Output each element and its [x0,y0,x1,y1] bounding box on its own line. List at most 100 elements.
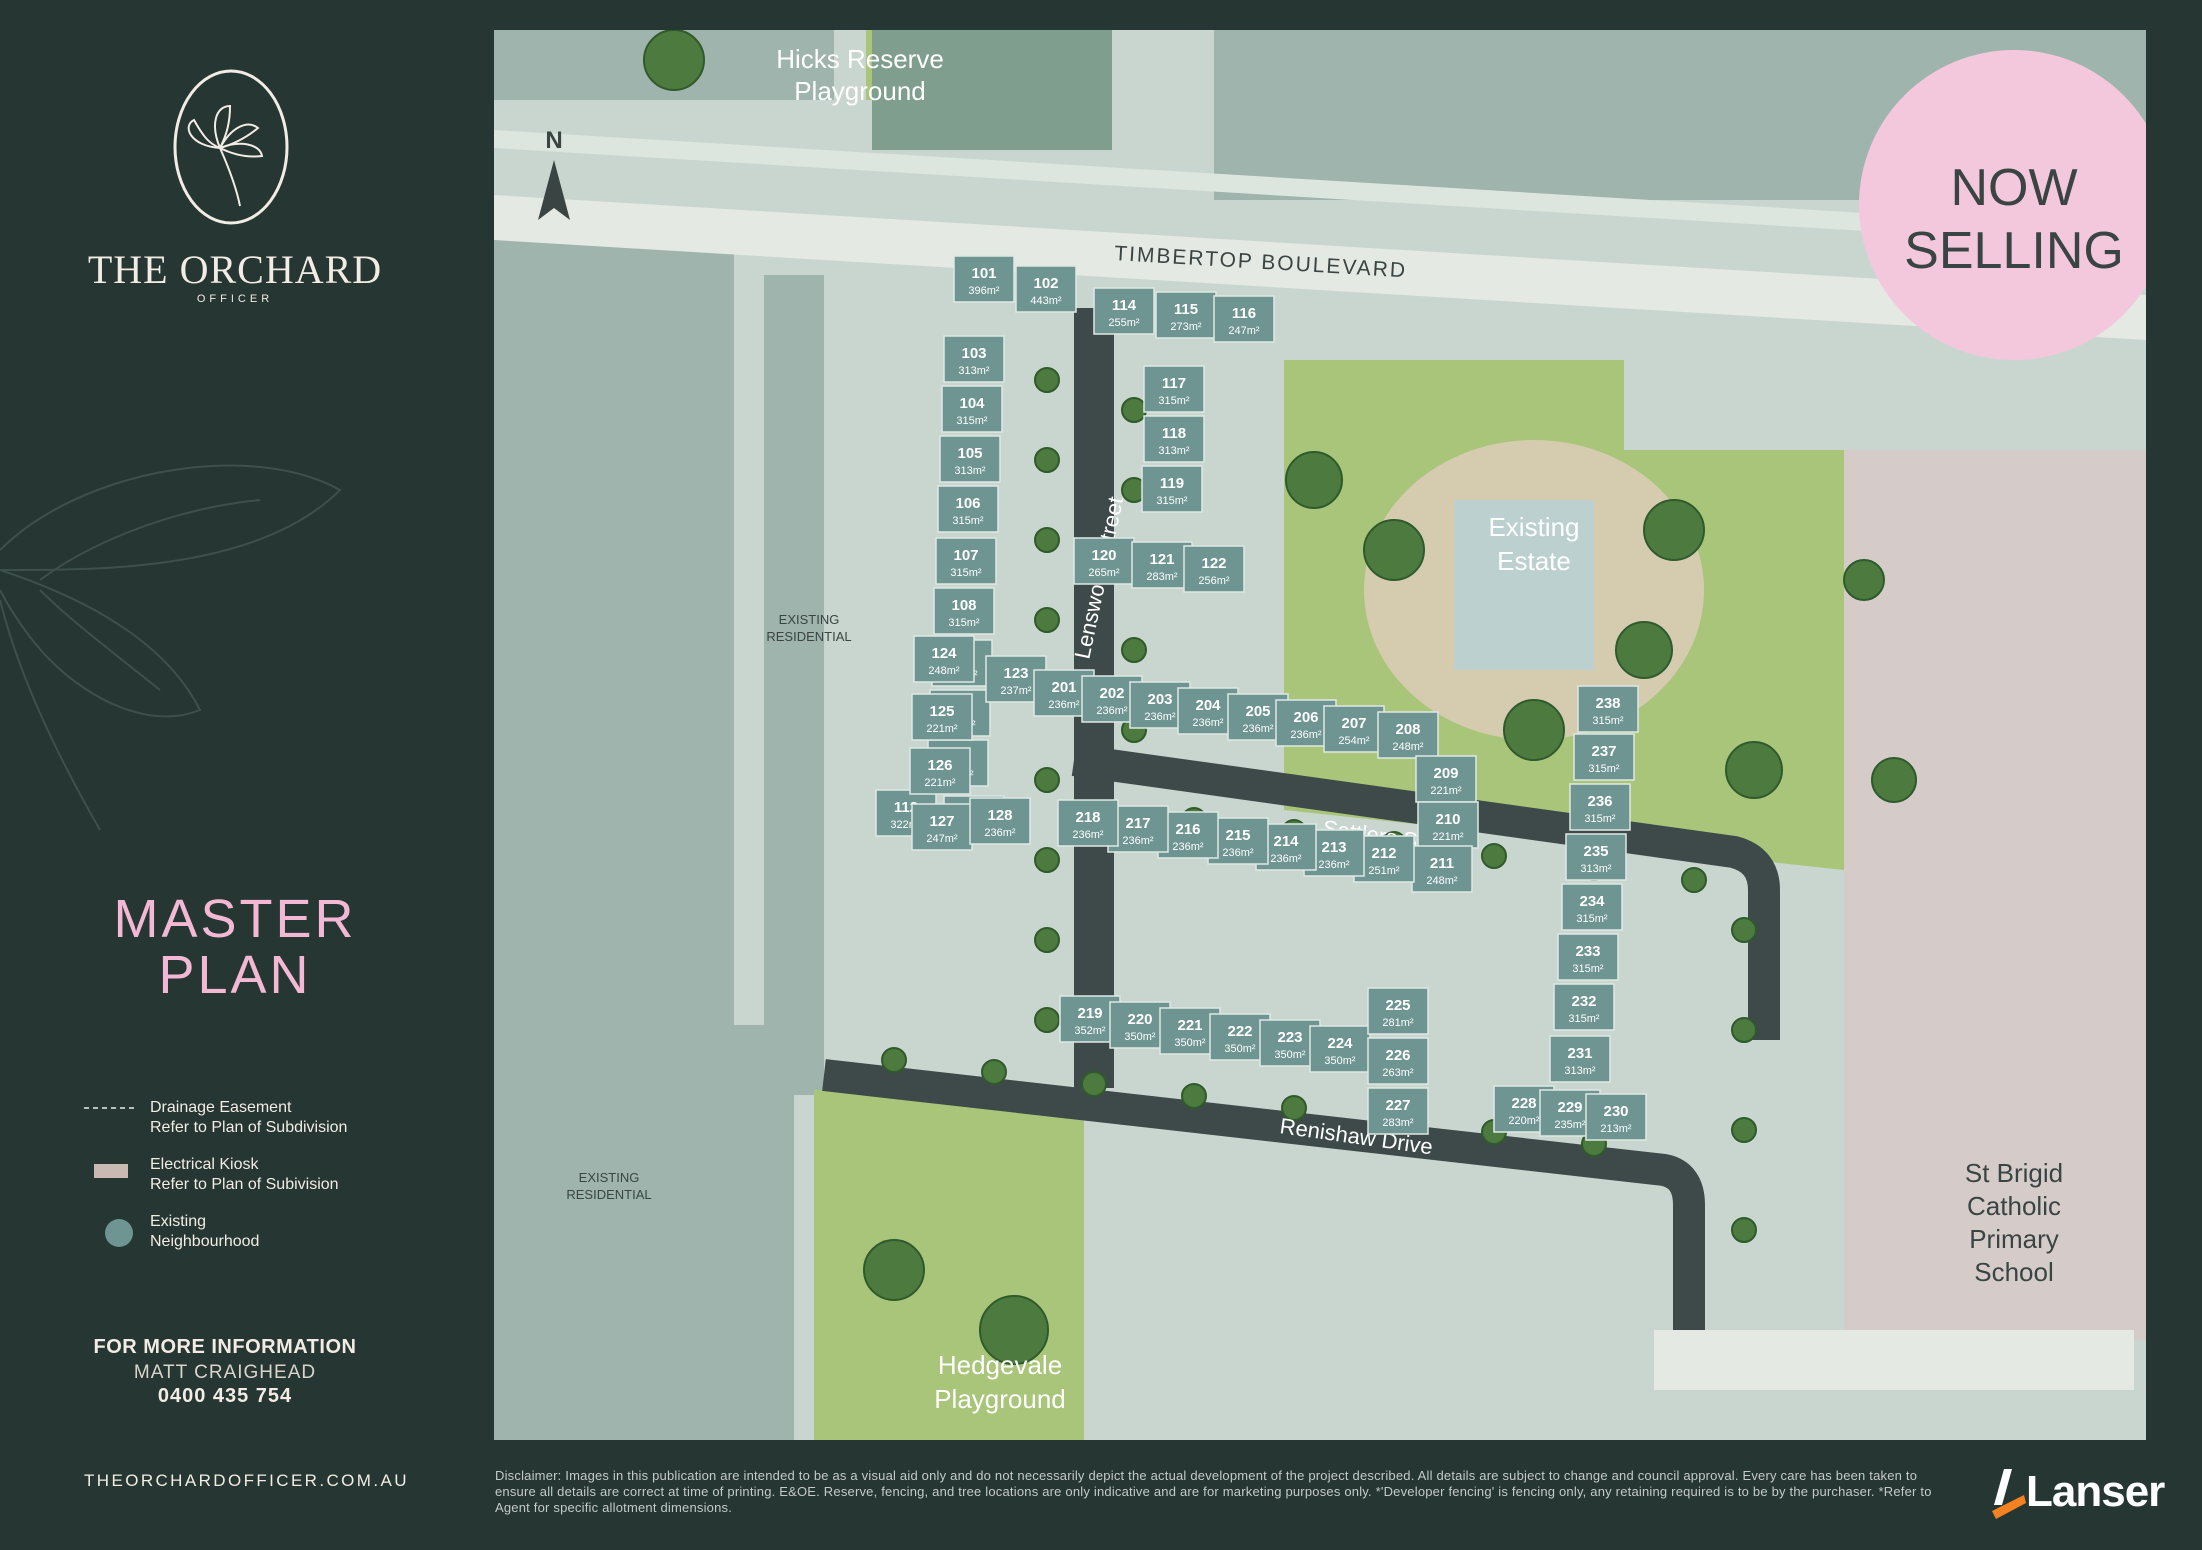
lot-238[interactable]: 238 315m² [1577,685,1639,733]
lot-area: 247m² [926,833,958,845]
lot-number: 227 [1385,1097,1410,1114]
place-label: EXISTING [579,1170,640,1185]
lot-226[interactable]: 226 263m² [1367,1037,1429,1085]
lot-120[interactable]: 120 265m² [1073,537,1135,585]
lot-105[interactable]: 105 313m² [939,435,1001,483]
lot-218[interactable]: 218 236m² [1057,799,1119,847]
lot-225[interactable]: 225 281m² [1367,987,1429,1035]
lot-number: 219 [1077,1005,1102,1022]
lot-number: 115 [1174,301,1198,318]
lot-number: 218 [1075,809,1100,826]
lot-119[interactable]: 119 315m² [1141,465,1203,513]
lot-area: 256m² [1198,575,1230,587]
lot-number: 235 [1583,843,1608,860]
lot-211[interactable]: 211 248m² [1411,845,1473,893]
lot-116[interactable]: 116 247m² [1213,295,1275,343]
lot-115[interactable]: 115 273m² [1155,291,1217,339]
lot-103[interactable]: 103 313m² [943,335,1005,383]
lot-number: 230 [1603,1103,1628,1120]
lot-102[interactable]: 102 443m² [1015,265,1077,313]
lot-number: 215 [1225,827,1250,844]
lot-236[interactable]: 236 315m² [1569,783,1631,831]
lot-124[interactable]: 124 248m² [913,635,975,683]
lot-234[interactable]: 234 315m² [1561,883,1623,931]
lot-127[interactable]: 127 247m² [911,803,973,851]
lot-107[interactable]: 107 315m² [935,537,997,585]
lot-128[interactable]: 128 236m² [969,797,1031,845]
place-label: St Brigid [1965,1158,2063,1188]
lot-207[interactable]: 207 254m² [1323,705,1385,753]
lot-number: 214 [1273,833,1299,850]
lot-number: 231 [1567,1045,1592,1062]
developer-name: Lanser [2026,1467,2165,1516]
lot-118[interactable]: 118 313m² [1143,415,1205,463]
lot-area: 235m² [1554,1119,1586,1131]
lot-number: 203 [1147,691,1172,708]
lot-106[interactable]: 106 315m² [937,485,999,533]
lot-227[interactable]: 227 283m² [1367,1087,1429,1135]
lot-101[interactable]: 101 396m² [953,255,1015,303]
lot-209[interactable]: 209 221m² [1415,755,1477,803]
lot-122[interactable]: 122 256m² [1183,545,1245,593]
lot-number: 233 [1575,943,1600,960]
lot-number: 108 [951,597,976,614]
lot-area: 254m² [1338,735,1370,747]
brand-subtitle: OFFICER [196,293,274,305]
lot-232[interactable]: 232 315m² [1553,983,1615,1031]
website-link[interactable]: THEORCHARDOFFICER.COM.AU [84,1471,409,1491]
lot-area: 350m² [1224,1043,1256,1055]
lot-114[interactable]: 114 255m² [1093,287,1155,335]
lot-area: 236m² [1096,705,1128,717]
master-plan-map: NOW SELLING N TIMBERTOP BOULEVARD Lenswo… [494,30,2146,1440]
lot-number: 226 [1385,1047,1410,1064]
lot-104[interactable]: 104 315m² [941,385,1003,433]
lot-area: 315m² [1576,913,1608,925]
lot-231[interactable]: 231 313m² [1549,1035,1611,1083]
lot-237[interactable]: 237 315m² [1573,733,1635,781]
place-label: Catholic [1967,1191,2061,1221]
lot-number: 123 [1003,665,1028,682]
lot-area: 236m² [1172,841,1204,853]
lot-125[interactable]: 125 221m² [911,693,973,741]
lot-number: 206 [1293,709,1318,726]
lot-number: 212 [1371,845,1396,862]
lot-121[interactable]: 121 283m² [1131,541,1193,589]
lot-number: 237 [1591,743,1616,760]
lot-area: 251m² [1368,865,1400,877]
lot-area: 236m² [1072,829,1104,841]
lot-area: 313m² [1564,1065,1596,1077]
lot-area: 273m² [1170,321,1202,333]
lot-210[interactable]: 210 221m² [1417,801,1479,849]
lot-208[interactable]: 208 248m² [1377,711,1439,759]
lot-area: 315m² [1584,813,1616,825]
lot-108[interactable]: 108 315m² [933,587,995,635]
lot-number: 121 [1149,551,1174,568]
lot-area: 248m² [1426,875,1458,887]
lot-area: 283m² [1382,1117,1414,1129]
lot-number: 228 [1511,1095,1536,1112]
place-label: EXISTING [779,612,840,627]
lot-number: 221 [1177,1017,1202,1034]
lot-number: 201 [1051,679,1076,696]
lot-area: 263m² [1382,1067,1414,1079]
lot-117[interactable]: 117 315m² [1143,365,1205,413]
lot-number: 102 [1033,275,1058,292]
lot-number: 234 [1579,893,1605,910]
lot-area: 315m² [1572,963,1604,975]
lot-233[interactable]: 233 315m² [1557,933,1619,981]
orchard-logo-icon [173,69,289,225]
lot-230[interactable]: 230 213m² [1585,1093,1647,1141]
lot-area: 315m² [950,567,982,579]
lot-126[interactable]: 126 221m² [909,747,971,795]
lot-area: 350m² [1274,1049,1306,1061]
lot-number: 118 [1162,425,1186,442]
lot-area: 220m² [1508,1115,1540,1127]
lot-area: 352m² [1074,1025,1106,1037]
legend-note: Refer to Plan of Subdivision [150,1119,348,1136]
info-heading: FOR MORE INFORMATION [93,1336,357,1358]
lot-235[interactable]: 235 313m² [1565,833,1627,881]
agent-phone[interactable]: 0400 435 754 [0,1385,450,1408]
lot-number: 210 [1435,811,1460,828]
lot-224[interactable]: 224 350m² [1309,1025,1371,1073]
lot-area: 236m² [1318,859,1350,871]
